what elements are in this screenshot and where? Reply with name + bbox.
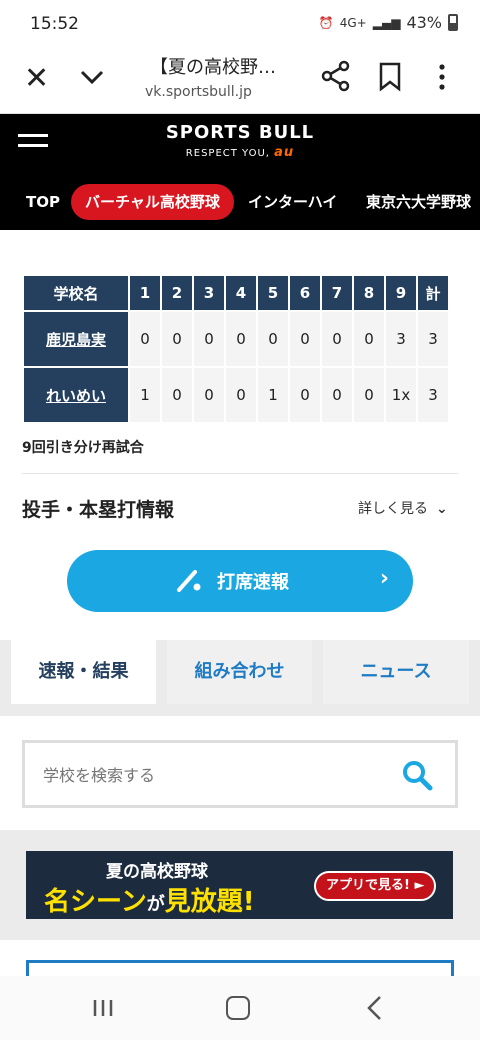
more-menu-icon[interactable]	[432, 62, 452, 92]
status-icons: ⏰ 4G+ ▂▄▆ 43%	[319, 13, 458, 32]
score-cell: 0	[354, 368, 384, 422]
nav-tab-interhigh[interactable]: インターハイ	[248, 184, 337, 220]
hamburger-menu-icon[interactable]	[18, 134, 48, 154]
school-search-input[interactable]	[43, 761, 373, 789]
tab-results[interactable]: 速報・結果	[11, 640, 156, 704]
category-nav: TOP バーチャル高校野球 インターハイ 東京六大学野球	[0, 182, 480, 222]
recent-apps-icon[interactable]	[92, 998, 114, 1018]
header-inning: 4	[226, 276, 256, 310]
site-header: SPORTS BULL RESPECT YOU, au TOP バーチャル高校野…	[0, 114, 480, 230]
score-cell: 0	[194, 368, 224, 422]
divider	[22, 473, 458, 474]
score-cell: 0	[290, 368, 320, 422]
table-row: れいめい 1 0 0 0 1 0 0 0 1x 3	[24, 368, 448, 422]
header-inning: 9	[386, 276, 416, 310]
banner-app-button[interactable]: アプリで見る! ►	[314, 871, 437, 901]
alarm-icon: ⏰	[318, 15, 334, 30]
logo-tagline: RESPECT YOU,	[185, 148, 270, 159]
system-nav-bar	[0, 976, 480, 1040]
header-inning: 3	[194, 276, 224, 310]
back-icon[interactable]	[364, 994, 384, 1022]
header-inning: 6	[290, 276, 320, 310]
detail-toggle[interactable]: 詳しく見る ⌄	[358, 498, 448, 518]
nav-tab-virtual-koshien[interactable]: バーチャル高校野球	[71, 184, 234, 220]
banner-line2: 名シーンが見放題!	[44, 881, 255, 918]
status-bar: 15:52 ⏰ 4G+ ▂▄▆ 43%	[0, 0, 480, 48]
score-cell: 1x	[386, 368, 416, 422]
score-cell: 1	[258, 368, 288, 422]
banner-line1: 夏の高校野球	[106, 862, 208, 882]
logo-sub: RESPECT YOU, au	[165, 145, 315, 160]
chevron-down-icon[interactable]	[78, 62, 106, 92]
score-cell: 0	[130, 312, 160, 366]
team-link[interactable]: れいめい	[24, 368, 128, 422]
score-cell: 3	[386, 312, 416, 366]
network-label: 4G+	[339, 15, 367, 30]
header-inning: 7	[322, 276, 352, 310]
bookmark-icon[interactable]	[378, 62, 402, 92]
total-cell: 3	[418, 368, 448, 422]
logo-brand: au	[274, 145, 295, 160]
game-note: 9回引き分け再試合	[22, 440, 144, 456]
battery-label: 43%	[406, 13, 442, 32]
header-inning: 8	[354, 276, 384, 310]
page-url[interactable]: vk.sportsbull.jp	[145, 84, 252, 100]
tab-news[interactable]: ニュース	[323, 640, 469, 704]
score-cell: 0	[162, 312, 192, 366]
battery-icon	[448, 14, 458, 31]
header-inning: 2	[162, 276, 192, 310]
section-tabs: 速報・結果 組み合わせ ニュース	[0, 640, 480, 716]
score-table: 学校名 1 2 3 4 5 6 7 8 9 計 鹿児島実 0 0 0 0 0 0…	[22, 274, 450, 424]
status-time: 15:52	[30, 14, 79, 34]
search-section	[0, 716, 480, 830]
bat-icon	[177, 570, 201, 592]
cta-label: 打席速報	[217, 572, 289, 593]
logo-main: SPORTS BULL	[165, 122, 315, 143]
score-cell: 0	[354, 312, 384, 366]
score-cell: 0	[290, 312, 320, 366]
nav-tab-top[interactable]: TOP	[26, 184, 60, 220]
detail-label: 詳しく見る	[358, 501, 428, 517]
search-icon[interactable]	[401, 759, 433, 791]
at-bat-live-button[interactable]: 打席速報 ›	[67, 550, 413, 612]
score-cell: 0	[194, 312, 224, 366]
score-cell: 1	[130, 368, 160, 422]
header-inning: 1	[130, 276, 160, 310]
school-search-box	[22, 740, 458, 808]
score-cell: 0	[162, 368, 192, 422]
score-cell: 0	[258, 312, 288, 366]
banner-mid: が	[146, 894, 165, 915]
pitcher-homerun-title: 投手・本塁打情報	[22, 499, 175, 521]
sportsbull-logo[interactable]: SPORTS BULL RESPECT YOU, au	[165, 122, 315, 160]
banner-highlight-2: 見放題!	[164, 887, 255, 917]
banner-highlight-1: 名シーン	[44, 887, 147, 917]
chevron-right-icon: ›	[379, 566, 389, 591]
team-link[interactable]: 鹿児島実	[24, 312, 128, 366]
browser-toolbar: ✕ 【夏の高校野… vk.sportsbull.jp	[0, 48, 480, 114]
score-cell: 0	[226, 312, 256, 366]
score-cell: 0	[322, 368, 352, 422]
header-school: 学校名	[24, 276, 128, 310]
chevron-down-icon: ⌄	[436, 501, 448, 517]
signal-icon: ▂▄▆	[372, 15, 401, 30]
score-cell: 0	[322, 312, 352, 366]
header-inning: 5	[258, 276, 288, 310]
tab-bracket[interactable]: 組み合わせ	[167, 640, 312, 704]
close-icon[interactable]: ✕	[24, 64, 49, 94]
share-icon[interactable]	[320, 60, 352, 92]
page-title: 【夏の高校野…	[150, 57, 276, 78]
total-cell: 3	[418, 312, 448, 366]
app-promo-banner[interactable]: 夏の高校野球 名シーンが見放題! アプリで見る! ►	[26, 851, 453, 919]
nav-tab-tokyo-big6[interactable]: 東京六大学野球	[366, 184, 471, 220]
home-icon[interactable]	[226, 996, 250, 1020]
header-total: 計	[418, 276, 448, 310]
score-header-row: 学校名 1 2 3 4 5 6 7 8 9 計	[24, 276, 448, 310]
score-cell: 0	[226, 368, 256, 422]
table-row: 鹿児島実 0 0 0 0 0 0 0 0 3 3	[24, 312, 448, 366]
